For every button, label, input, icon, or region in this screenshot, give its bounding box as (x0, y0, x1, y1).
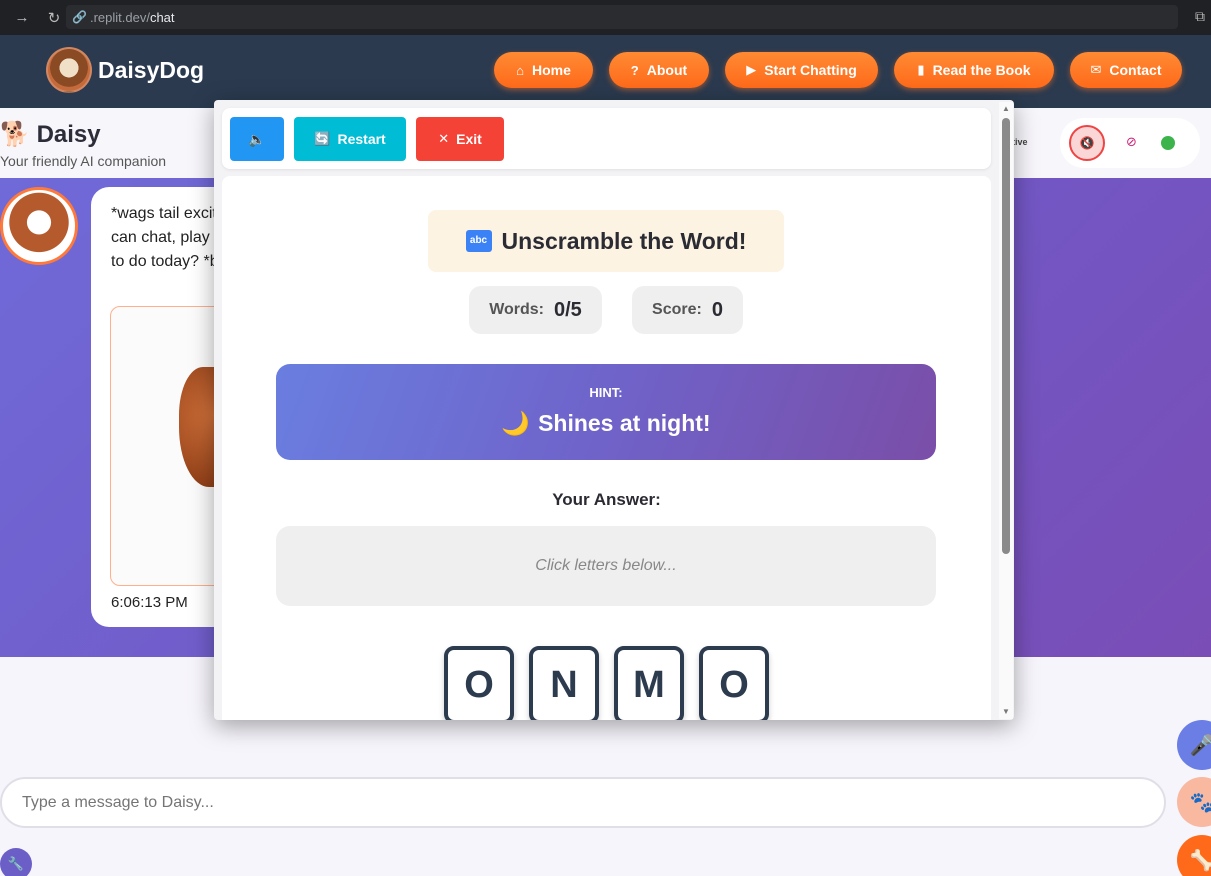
home-icon: ⌂ (516, 62, 524, 78)
letter-tile[interactable]: M (614, 646, 684, 720)
game-panel: abc Unscramble the Word! Words: 0/5 Scor… (222, 176, 991, 720)
browser-toolbar: → ↻ 🔗 .replit.dev/chat ⧉ (0, 0, 1211, 35)
close-icon: ✕ (438, 131, 450, 146)
speaker-icon: 🔈 (248, 130, 266, 147)
words-value: 0/5 (554, 298, 582, 321)
url-path: chat (149, 9, 175, 25)
daisy-avatar (0, 187, 78, 265)
bone-icon: 🦴 (1189, 849, 1211, 872)
book-icon: ▮ (917, 62, 925, 77)
scroll-down-arrow-icon[interactable]: ▼ (1001, 707, 1011, 716)
main-nav: ⌂ Home ? About ▶ Start Chatting ▮ Read t… (0, 52, 1211, 88)
nav-start-chatting-button[interactable]: ▶ Start Chatting (725, 52, 878, 88)
scroll-up-arrow-icon[interactable]: ▲ (1001, 104, 1011, 113)
app-header: DaisyDog ⌂ Home ? About ▶ Start Chatting… (0, 35, 1211, 108)
score-label: Score: (652, 301, 702, 318)
settings-wrench-button[interactable]: 🔧 (0, 848, 32, 876)
nav-read-book-button[interactable]: ▮ Read the Book (894, 52, 1054, 88)
modal-scrollbar-thumb[interactable] (1002, 118, 1010, 554)
restart-icon: 🔄 (314, 131, 331, 146)
play-icon: ▶ (746, 62, 757, 77)
hint-text-value: Shines at night! (538, 410, 711, 436)
moon-icon: 🌙 (501, 410, 531, 436)
microphone-icon: 🎤 (1189, 734, 1211, 757)
letter-tile[interactable]: O (699, 646, 769, 720)
score-counter: Score: 0 (632, 286, 743, 334)
letter-tile[interactable]: N (529, 646, 599, 720)
nav-start-chatting-label: Start Chatting (764, 62, 857, 78)
answer-box[interactable]: Click letters below... (276, 526, 936, 606)
letter-tile[interactable]: O (444, 646, 514, 720)
nav-about-button[interactable]: ? About (609, 52, 709, 88)
nav-home-button[interactable]: ⌂ Home (494, 52, 593, 88)
chat-subtitle: Your friendly AI companion (0, 153, 167, 169)
nav-contact-label: Contact (1109, 62, 1162, 78)
words-counter: Words: 0/5 (469, 286, 602, 334)
hint-box: HINT: 🌙 Shines at night! (276, 364, 936, 460)
mute-button[interactable]: 🔇 (1069, 125, 1105, 161)
nav-read-book-label: Read the Book (932, 62, 1031, 78)
chat-title: 🐕 Daisy (0, 120, 101, 149)
nav-contact-button[interactable]: ✉ Contact (1070, 52, 1182, 88)
restart-label: Restart (337, 131, 386, 147)
game-title-text: Unscramble the Word! (501, 227, 747, 254)
reload-icon[interactable]: ↻ (44, 8, 64, 28)
envelope-icon: ✉ (1090, 62, 1102, 77)
nav-home-label: Home (531, 62, 571, 78)
exit-button[interactable]: ✕ Exit (416, 117, 504, 161)
answer-label: Your Answer: (552, 490, 661, 509)
hint-label: HINT: (589, 385, 623, 400)
paw-icon: 🐾 (1189, 791, 1211, 814)
abc-icon: abc (465, 230, 492, 252)
score-value: 0 (711, 298, 723, 321)
message-text: *wags tail excit can chat, play to do to… (111, 205, 219, 270)
game-modal: 🔈 🔄 Restart ✕ Exit abc Unscramble the Wo… (214, 100, 1014, 720)
address-bar[interactable]: 🔗 .replit.dev/chat (66, 5, 1178, 29)
hint-text: 🌙 Shines at night! (276, 410, 936, 437)
url-host: .replit.dev/ (89, 9, 150, 25)
device-icon[interactable]: ⧉ (1195, 8, 1205, 25)
wrench-icon: 🔧 (7, 856, 25, 871)
message-timestamp: 6:06:13 PM (111, 594, 188, 611)
speaker-mute-icon: 🔇 (1079, 136, 1095, 150)
status-text: tive (1012, 137, 1028, 147)
link-icon: 🔗 (72, 10, 87, 24)
nav-about-label: About (646, 62, 688, 78)
answer-placeholder: Click letters below... (535, 557, 677, 574)
dog-emoji-icon: 🐕 (0, 121, 30, 148)
chat-name-text: Daisy (36, 121, 101, 148)
game-title: abc Unscramble the Word! (428, 210, 784, 272)
restart-button[interactable]: 🔄 Restart (294, 117, 406, 161)
sound-toggle-button[interactable]: 🔈 (230, 117, 284, 161)
words-label: Words: (489, 301, 544, 318)
no-camera-icon[interactable]: ⊘ (1126, 134, 1137, 150)
forward-arrow-icon[interactable]: → (12, 8, 32, 28)
exit-label: Exit (456, 131, 482, 147)
game-toolbar: 🔈 🔄 Restart ✕ Exit (222, 108, 991, 169)
question-circle-icon: ? (630, 62, 639, 78)
online-status-dot (1161, 136, 1175, 150)
message-input[interactable] (0, 777, 1166, 828)
